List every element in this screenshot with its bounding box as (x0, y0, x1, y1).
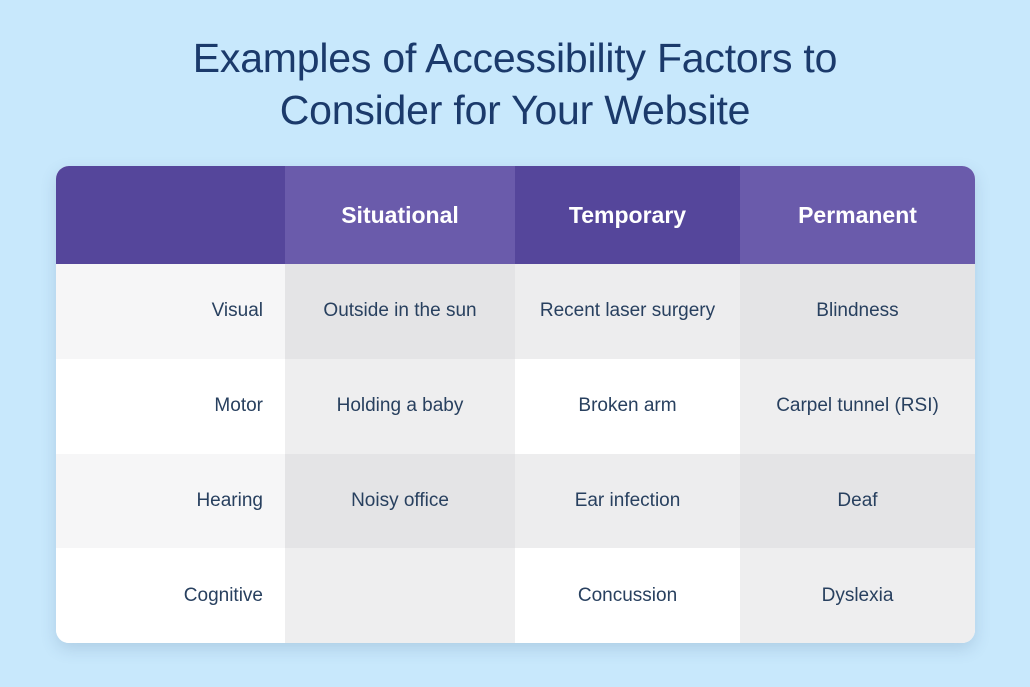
cell-situational-visual: Outside in the sun (285, 264, 515, 359)
cell-situational-motor: Holding a baby (285, 358, 515, 454)
cell-permanent-hearing: Deaf (740, 453, 975, 549)
table-header: Situational Temporary Permanent (56, 166, 975, 264)
table-row: Motor Holding a baby Broken arm Carpel t… (56, 358, 975, 454)
cell-category-visual: Visual (56, 264, 285, 359)
cell-temporary-motor: Broken arm (515, 358, 740, 454)
column-header-category (56, 166, 285, 264)
column-header-situational: Situational (285, 166, 515, 264)
accessibility-factors-table: Situational Temporary Permanent Visual O… (56, 166, 975, 643)
cell-temporary-visual: Recent laser surgery (515, 264, 740, 359)
accessibility-factors-table-card: Situational Temporary Permanent Visual O… (56, 166, 975, 643)
table-header-row: Situational Temporary Permanent (56, 166, 975, 264)
column-header-temporary: Temporary (515, 166, 740, 264)
infographic-page: Examples of Accessibility Factors to Con… (0, 0, 1030, 687)
cell-temporary-hearing: Ear infection (515, 453, 740, 549)
table-row: Cognitive Concussion Dyslexia (56, 548, 975, 643)
page-title: Examples of Accessibility Factors to Con… (192, 35, 838, 133)
cell-temporary-cognitive: Concussion (515, 548, 740, 643)
table-body: Visual Outside in the sun Recent laser s… (56, 264, 975, 643)
column-header-permanent: Permanent (740, 166, 975, 264)
cell-category-hearing: Hearing (56, 453, 285, 549)
cell-category-motor: Motor (56, 358, 285, 454)
cell-situational-cognitive (285, 548, 515, 643)
cell-permanent-visual: Blindness (740, 264, 975, 359)
cell-category-cognitive: Cognitive (56, 548, 285, 643)
table-row: Hearing Noisy office Ear infection Deaf (56, 453, 975, 549)
table-row: Visual Outside in the sun Recent laser s… (56, 264, 975, 359)
cell-permanent-motor: Carpel tunnel (RSI) (740, 358, 975, 454)
cell-permanent-cognitive: Dyslexia (740, 548, 975, 643)
cell-situational-hearing: Noisy office (285, 453, 515, 549)
